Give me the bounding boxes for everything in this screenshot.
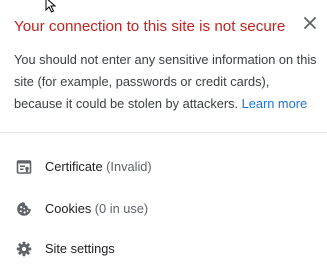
certificate-item[interactable]: Certificate (Invalid) <box>0 152 327 182</box>
cookies-label: Cookies (0 in use) <box>45 200 148 218</box>
cookies-item[interactable]: Cookies (0 in use) <box>0 194 327 224</box>
site-settings-item[interactable]: Site settings <box>0 234 327 264</box>
cookies-count: (0 in use) <box>94 201 149 216</box>
cookies-text: Cookies <box>45 201 92 216</box>
security-description: You should not enter any sensitive infor… <box>14 49 319 115</box>
close-icon[interactable] <box>302 15 318 31</box>
certificate-status: (Invalid) <box>106 159 152 174</box>
cookie-icon <box>17 202 31 216</box>
page-title: Your connection to this site is not secu… <box>14 18 286 35</box>
learn-more-link[interactable]: Learn more <box>242 96 307 111</box>
certificate-label: Certificate (Invalid) <box>45 158 152 176</box>
mouse-cursor-icon <box>45 0 57 13</box>
site-settings-label: Site settings <box>45 241 115 256</box>
divider <box>0 132 327 133</box>
gear-icon <box>16 241 32 257</box>
site-info-popup: Your connection to this site is not secu… <box>0 0 327 279</box>
certificate-icon <box>16 160 32 174</box>
certificate-text: Certificate <box>45 159 103 174</box>
